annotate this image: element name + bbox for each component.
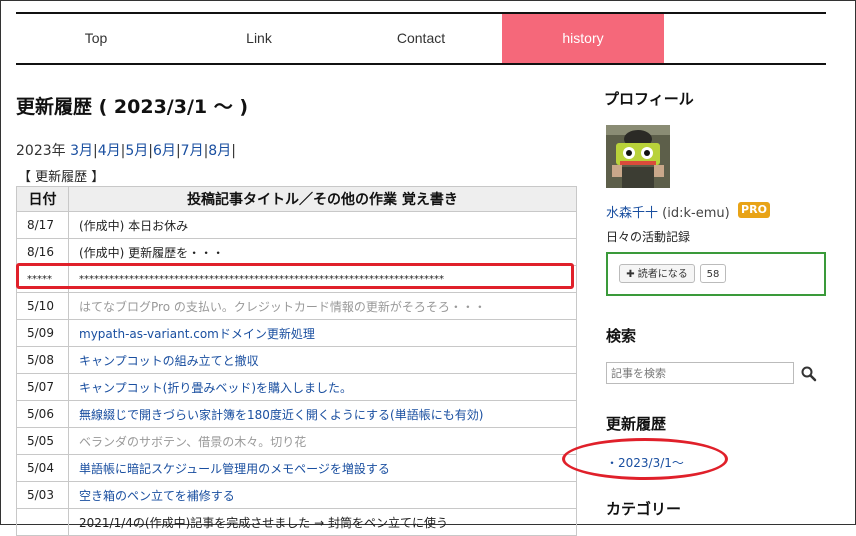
row-date: 5/03 (16, 481, 69, 509)
month-link-4[interactable]: 4月 (98, 143, 121, 159)
month-links: 2023年 3月|4月|5月|6月|7月|8月| (16, 143, 236, 159)
nav-history[interactable]: history (502, 14, 664, 63)
month-link-3[interactable]: 3月 (70, 143, 93, 159)
row-date: 5/10 (16, 292, 69, 320)
top-nav: Top Link Contact history (16, 14, 826, 63)
row-date: 5/09 (16, 319, 69, 347)
row-link[interactable]: 単語帳に暗記スケジュール管理用のメモページを増設する (68, 454, 577, 482)
category-heading: カテゴリー (606, 500, 682, 518)
month-link-5[interactable]: 5月 (125, 143, 148, 159)
pro-badge[interactable]: PRO (738, 202, 770, 218)
nav-bottom-rule (16, 63, 826, 65)
nav-top[interactable]: Top (16, 14, 176, 63)
history-table: 日付 投稿記事タイトル／その他の作業 覚え書き 8/17 (作成中) 本日お休み … (16, 186, 577, 536)
history-heading: 更新履歴 (606, 415, 667, 433)
search-heading: 検索 (606, 327, 637, 345)
row-date: 5/05 (16, 427, 69, 455)
row-link[interactable]: 無線綴じで開きづらい家計簿を180度近く開くようにする(単語帳にも有効) (68, 400, 577, 428)
row-date: 8/17 (16, 211, 69, 239)
row-link[interactable]: キャンプコットの組み立てと撤収 (68, 346, 577, 374)
table-row: 5/06 無線綴じで開きづらい家計簿を180度近く開くようにする(単語帳にも有効) (16, 400, 577, 428)
row-text: 2021/1/4の(作成中)記事を完成させました → 封筒をペン立てに使う (68, 508, 577, 536)
profile-name-text[interactable]: 水森千十 (606, 206, 658, 221)
row-date: 5/04 (16, 454, 69, 482)
profile-name[interactable]: 水森千十 (id:k-emu) (606, 202, 730, 221)
table-row: 5/05 ベランダのサボテン、借景の木々。切り花 (16, 427, 577, 455)
table-row: 2021/1/4の(作成中)記事を完成させました → 封筒をペン立てに使う (16, 508, 577, 536)
section-label: 【 更新履歴 】 (18, 170, 105, 185)
month-link-8[interactable]: 8月 (208, 143, 231, 159)
month-link-7[interactable]: 7月 (181, 143, 204, 159)
highlight-rectangle (16, 263, 574, 289)
year-label: 2023年 (16, 143, 66, 159)
col-header-date: 日付 (16, 186, 69, 212)
nav-contact[interactable]: Contact (340, 14, 502, 63)
row-text: (作成中) 更新履歴を・・・ (68, 238, 577, 266)
page-title: 更新履歴 ( 2023/3/1 ～ ) (16, 96, 249, 118)
table-row: 5/03 空き箱のペン立てを補修する (16, 481, 577, 509)
profile-heading: プロフィール (604, 90, 694, 108)
month-link-6[interactable]: 6月 (153, 143, 176, 159)
profile-id: (id:k-emu) (662, 206, 730, 221)
row-text: はてなブログPro の支払い。クレジットカード情報の更新がそろそろ・・・ (68, 292, 577, 320)
row-date: 5/06 (16, 400, 69, 428)
nav-link[interactable]: Link (178, 14, 340, 63)
row-date (16, 508, 69, 536)
search-icon[interactable] (800, 365, 818, 383)
table-row: 8/17 (作成中) 本日お休み (16, 211, 577, 239)
col-header-title: 投稿記事タイトル／その他の作業 覚え書き (68, 186, 577, 212)
avatar-image-icon (606, 125, 670, 188)
row-text: (作成中) 本日お休み (68, 211, 577, 239)
avatar[interactable] (606, 125, 670, 188)
table-row: 8/16 (作成中) 更新履歴を・・・ (16, 238, 577, 266)
row-link[interactable]: 空き箱のペン立てを補修する (68, 481, 577, 509)
table-row: 5/08 キャンプコットの組み立てと撤収 (16, 346, 577, 374)
subscribe-button[interactable]: ✚ 読者になる (619, 264, 695, 283)
row-date: 8/16 (16, 238, 69, 266)
search-input[interactable] (606, 362, 794, 384)
reader-count: 58 (700, 264, 726, 283)
row-link[interactable]: キャンプコット(折り畳みベッド)を購入しました。 (68, 373, 577, 401)
table-row: 5/09 mypath-as-variant.comドメイン更新処理 (16, 319, 577, 347)
table-row: 5/07 キャンプコット(折り畳みベッド)を購入しました。 (16, 373, 577, 401)
table-header-row: 日付 投稿記事タイトル／その他の作業 覚え書き (16, 186, 577, 212)
table-row: 5/10 はてなブログPro の支払い。クレジットカード情報の更新がそろそろ・・・ (16, 292, 577, 320)
row-date: 5/07 (16, 373, 69, 401)
row-text: ベランダのサボテン、借景の木々。切り花 (68, 427, 577, 455)
row-link[interactable]: mypath-as-variant.comドメイン更新処理 (68, 319, 577, 347)
table-row: 5/04 単語帳に暗記スケジュール管理用のメモページを増設する (16, 454, 577, 482)
highlight-ellipse (562, 438, 728, 480)
profile-description: 日々の活動記録 (606, 230, 691, 244)
row-date: 5/08 (16, 346, 69, 374)
